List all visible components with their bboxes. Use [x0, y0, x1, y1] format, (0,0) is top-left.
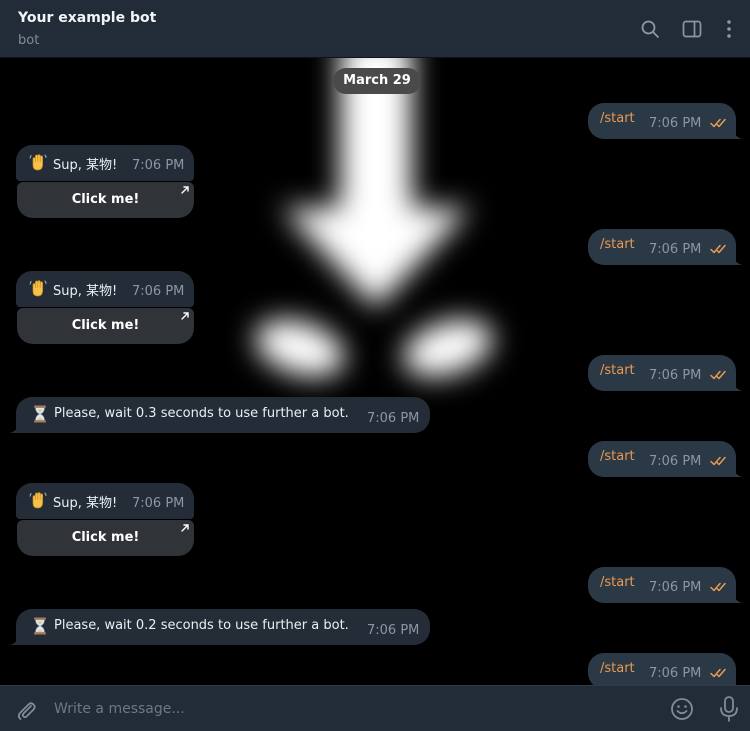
waving-hand-icon: [28, 278, 48, 298]
bot-command-link[interactable]: /start: [600, 363, 635, 378]
outgoing-message[interactable]: /start 7:06 PM: [588, 103, 736, 139]
message-time: 7:06 PM: [649, 116, 702, 131]
button-label: Click me!: [71, 530, 140, 545]
external-link-arrow-icon: [181, 524, 189, 532]
attach-icon[interactable]: [14, 698, 38, 722]
read-checkmarks-icon: [710, 668, 728, 678]
bubble-tail: [732, 255, 742, 265]
outgoing-message[interactable]: /start 7:06 PM: [588, 567, 736, 603]
incoming-message[interactable]: Please, wait 0.3 seconds to use further …: [16, 397, 430, 433]
incoming-message[interactable]: Please, wait 0.2 seconds to use further …: [16, 609, 430, 645]
chat-title[interactable]: Your example bot: [18, 10, 156, 26]
message-time: 7:06 PM: [649, 368, 702, 383]
waving-hand-icon: [28, 152, 48, 172]
hourglass-icon: [30, 616, 50, 636]
waving-hand-icon: [28, 490, 48, 510]
read-checkmarks-icon: [710, 244, 728, 254]
click-me-button[interactable]: Click me!: [17, 182, 194, 218]
message-text: Sup, 某物!: [53, 496, 118, 511]
message-text: Please, wait 0.2 seconds to use further …: [54, 618, 349, 633]
message-input[interactable]: [52, 694, 656, 724]
bot-command-link[interactable]: /start: [600, 111, 635, 126]
message-time: 7:06 PM: [649, 242, 702, 257]
incoming-message[interactable]: Sup, 某物! 7:06 PM: [16, 145, 194, 181]
bubble-tail: [732, 593, 742, 603]
more-vertical-icon[interactable]: [719, 19, 739, 39]
message-time: 7:06 PM: [132, 496, 185, 511]
microphone-icon[interactable]: [718, 695, 740, 723]
message-time: 7:06 PM: [649, 666, 702, 681]
bubble-tail: [732, 467, 742, 477]
chat-header: Your example bot bot: [0, 0, 750, 58]
message-time: 7:06 PM: [132, 284, 185, 299]
button-label: Click me!: [71, 192, 140, 207]
message-time: 7:06 PM: [132, 158, 185, 173]
outgoing-message[interactable]: /start 7:06 PM: [588, 355, 736, 391]
incoming-message[interactable]: Sup, 某物! 7:06 PM: [16, 483, 194, 519]
message-composer: [0, 685, 750, 731]
outgoing-message[interactable]: /start 7:06 PM: [588, 229, 736, 265]
outgoing-message[interactable]: /start 7:06 PM: [588, 441, 736, 477]
message-time: 7:06 PM: [367, 623, 420, 638]
bot-command-link[interactable]: /start: [600, 575, 635, 590]
message-time: 7:06 PM: [649, 580, 702, 595]
read-checkmarks-icon: [710, 118, 728, 128]
search-icon[interactable]: [640, 19, 660, 39]
click-me-button[interactable]: Click me!: [17, 308, 194, 344]
bubble-tail: [732, 381, 742, 391]
bubble-tail: [10, 635, 20, 645]
message-list[interactable]: March 29 /start 7:06 PM Sup, 某物! 7:06 PM…: [0, 58, 750, 685]
bot-command-link[interactable]: /start: [600, 237, 635, 252]
read-checkmarks-icon: [710, 582, 728, 592]
bot-command-link[interactable]: /start: [600, 661, 635, 676]
message-text: Sup, 某物!: [53, 158, 118, 173]
message-time: 7:06 PM: [367, 411, 420, 426]
message-time: 7:06 PM: [649, 454, 702, 469]
outgoing-message[interactable]: /start 7:06 PM: [588, 653, 736, 685]
read-checkmarks-icon: [710, 370, 728, 380]
incoming-message[interactable]: Sup, 某物! 7:06 PM: [16, 271, 194, 307]
bot-command-link[interactable]: /start: [600, 449, 635, 464]
bubble-tail: [10, 423, 20, 433]
date-separator: March 29: [333, 68, 421, 94]
hourglass-icon: [30, 404, 50, 424]
click-me-button[interactable]: Click me!: [17, 520, 194, 556]
sidebar-toggle-icon[interactable]: [682, 19, 702, 39]
external-link-arrow-icon: [181, 312, 189, 320]
chat-status: bot: [18, 33, 40, 48]
message-text: Please, wait 0.3 seconds to use further …: [54, 406, 349, 421]
external-link-arrow-icon: [181, 186, 189, 194]
read-checkmarks-icon: [710, 456, 728, 466]
emoji-icon[interactable]: [670, 697, 694, 721]
message-text: Sup, 某物!: [53, 284, 118, 299]
bubble-tail: [732, 129, 742, 139]
button-label: Click me!: [71, 318, 140, 333]
